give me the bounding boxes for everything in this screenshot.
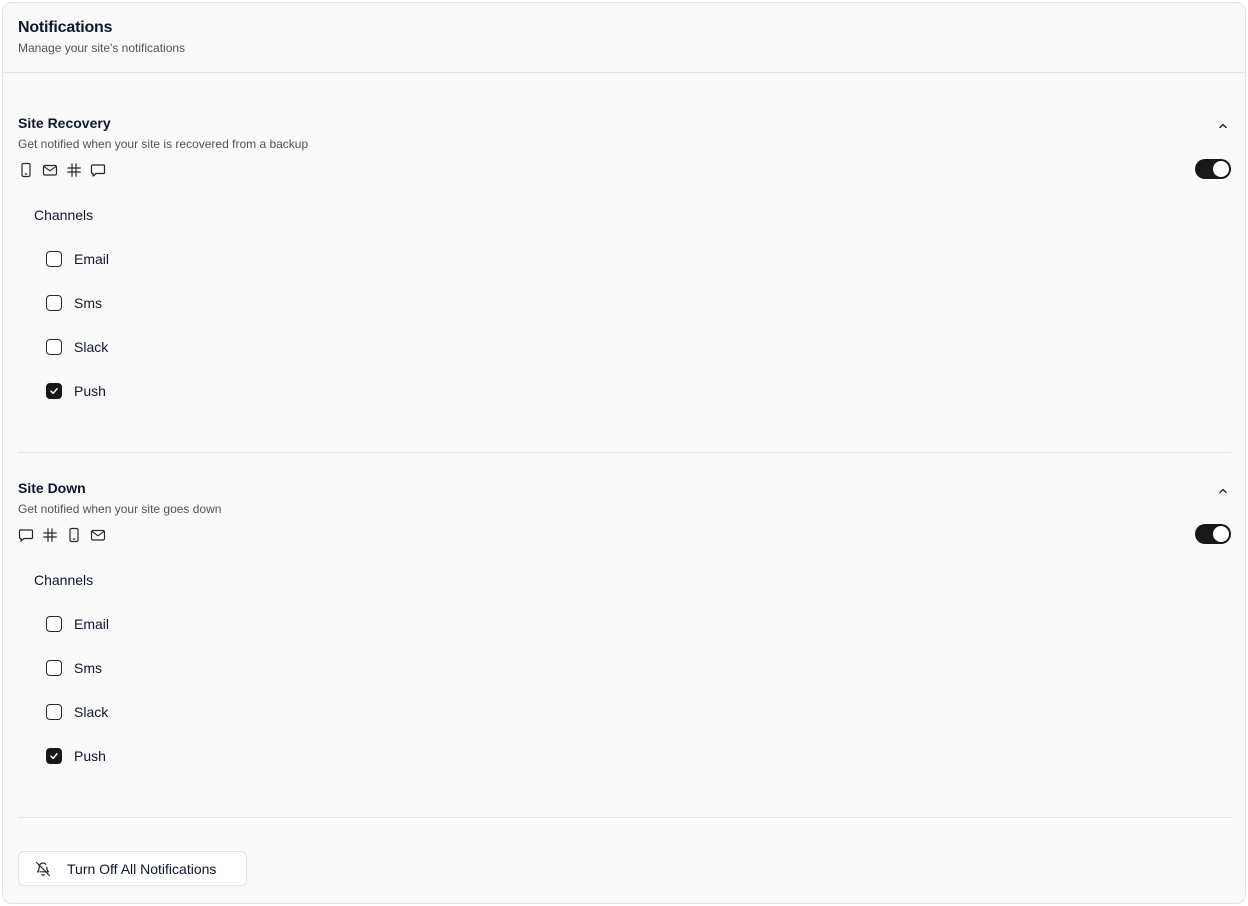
slack-icon	[66, 162, 82, 178]
phone-icon	[66, 527, 82, 543]
section-toggle[interactable]	[1195, 159, 1231, 179]
option-label: Sms	[74, 660, 102, 676]
mail-icon	[42, 162, 58, 178]
phone-icon	[18, 162, 34, 178]
option-label: Push	[74, 748, 106, 764]
channel-option-push[interactable]: Push	[46, 382, 106, 400]
push-checkbox[interactable]	[46, 748, 62, 764]
section-description: Get notified when your site is recovered…	[18, 137, 309, 151]
option-label: Email	[74, 251, 110, 267]
check-icon	[50, 753, 58, 760]
section-title: Site Recovery	[18, 115, 111, 131]
channel-option-sms[interactable]: Sms	[46, 294, 102, 312]
option-label: Slack	[74, 339, 109, 355]
option-label: Push	[74, 383, 106, 399]
section-title: Site Down	[18, 480, 86, 496]
collapse-button[interactable]	[1215, 483, 1231, 499]
channel-icons	[18, 527, 106, 543]
card-header: Notifications Manage your site's notific…	[3, 3, 1245, 73]
page-subtitle: Manage your site's notifications	[18, 41, 186, 55]
notifications-card: Notifications Manage your site's notific…	[2, 2, 1246, 904]
page-title: Notifications	[18, 19, 113, 36]
slack-icon	[42, 527, 58, 543]
email-checkbox[interactable]	[46, 251, 62, 267]
channel-option-slack[interactable]: Slack	[46, 703, 108, 721]
toggle-knob	[1213, 161, 1229, 177]
chevron-up-icon	[1219, 488, 1227, 494]
section-site-down: Site Down Get notified when your site go…	[18, 479, 1231, 779]
channel-option-slack[interactable]: Slack	[46, 338, 108, 356]
message-icon	[18, 527, 34, 543]
sms-checkbox[interactable]	[46, 295, 62, 311]
section-divider	[18, 452, 1231, 453]
channel-option-email[interactable]: Email	[46, 615, 109, 633]
section-description: Get notified when your site goes down	[18, 502, 222, 516]
bell-off-icon	[35, 861, 51, 877]
channels-label: Channels	[34, 572, 94, 588]
channel-icons	[18, 162, 106, 178]
collapse-button[interactable]	[1215, 118, 1231, 134]
message-icon	[90, 162, 106, 178]
chevron-up-icon	[1219, 123, 1227, 129]
channels-label: Channels	[34, 207, 94, 223]
toggle-knob	[1213, 526, 1229, 542]
section-toggle[interactable]	[1195, 524, 1231, 544]
channel-option-email[interactable]: Email	[46, 250, 109, 268]
check-icon	[50, 388, 58, 395]
option-label: Sms	[74, 295, 102, 311]
footer-divider	[18, 817, 1231, 818]
section-site-recovery: Site Recovery Get notified when your sit…	[18, 114, 1231, 414]
email-checkbox[interactable]	[46, 616, 62, 632]
button-label: Turn Off All Notifications	[67, 860, 217, 877]
channel-option-push[interactable]: Push	[46, 747, 106, 765]
option-label: Email	[74, 616, 110, 632]
turn-off-all-notifications-button[interactable]: Turn Off All Notifications	[18, 851, 247, 886]
channel-option-sms[interactable]: Sms	[46, 659, 102, 677]
mail-icon	[90, 527, 106, 543]
push-checkbox[interactable]	[46, 383, 62, 399]
sms-checkbox[interactable]	[46, 660, 62, 676]
slack-checkbox[interactable]	[46, 339, 62, 355]
slack-checkbox[interactable]	[46, 704, 62, 720]
option-label: Slack	[74, 704, 109, 720]
